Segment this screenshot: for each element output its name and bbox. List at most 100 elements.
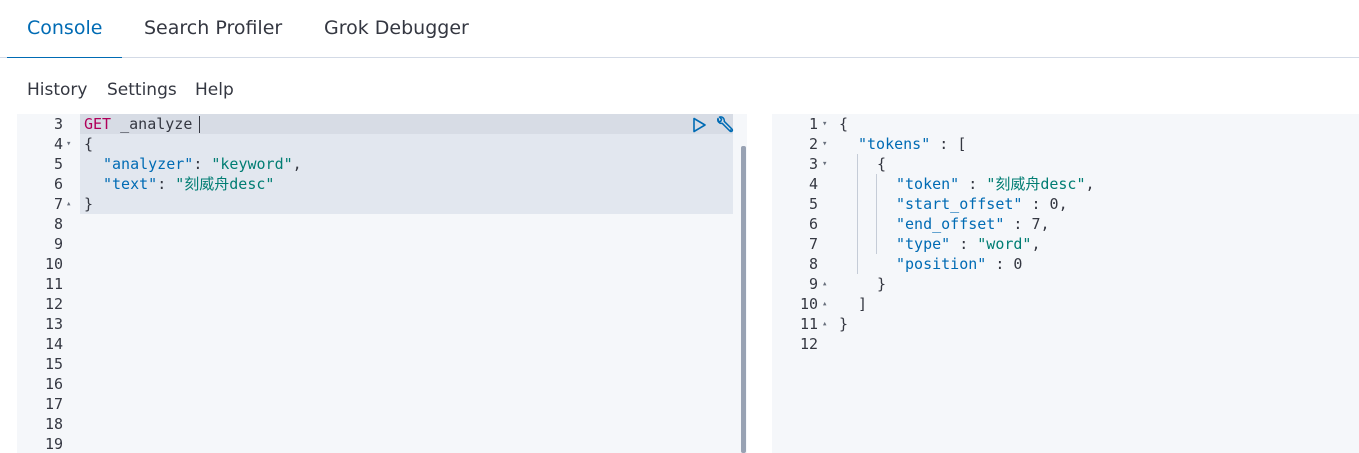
response-line: {: [877, 155, 887, 173]
json-key: "position": [896, 255, 987, 273]
line-number: 1: [808, 115, 818, 133]
fold-close-icon[interactable]: ▴: [822, 314, 827, 334]
json-sep: :: [986, 255, 1014, 273]
json-value: 0: [1013, 255, 1023, 273]
fold-open-icon[interactable]: ▾: [822, 154, 827, 174]
response-viewer[interactable]: 1 2 3 4 5 6 7 8 9 10 11 12 ▾ ▾ ▾ ▴ ▴ ▴ {…: [772, 114, 1359, 453]
json-key: "tokens": [858, 135, 931, 153]
line-number: 7: [808, 235, 818, 253]
line-number: 11: [44, 275, 63, 293]
fold-open-icon[interactable]: ▾: [822, 134, 827, 154]
json-comma: ,: [1040, 215, 1050, 233]
line-number: 5: [808, 195, 818, 213]
play-icon[interactable]: [690, 116, 708, 134]
request-line: "text": "刻威舟desc": [103, 174, 274, 194]
line-number: 10: [799, 295, 818, 313]
json-value: "keyword": [211, 155, 293, 173]
request-line: GET _analyze: [84, 114, 192, 134]
request-line: "analyzer": "keyword",: [103, 154, 302, 174]
menu-help[interactable]: Help: [195, 80, 234, 100]
line-number: 15: [44, 355, 63, 373]
fold-close-icon[interactable]: ▴: [822, 274, 827, 294]
line-number: 10: [44, 255, 63, 273]
fold-close-icon[interactable]: ▴: [66, 194, 71, 214]
pane-divider[interactable]: [747, 114, 772, 453]
json-value: 0: [1049, 195, 1059, 213]
json-sep: :: [950, 235, 978, 253]
json-comma: ,: [292, 155, 302, 173]
json-value: "刻威舟desc": [175, 175, 275, 193]
json-comma: ,: [1085, 175, 1095, 193]
menu-settings[interactable]: Settings: [107, 80, 177, 100]
json-comma: ,: [1031, 235, 1041, 253]
json-sep: :: [959, 175, 987, 193]
line-number: 2: [808, 135, 818, 153]
tab-grok-debugger[interactable]: Grok Debugger: [324, 0, 469, 58]
line-number: 7: [53, 195, 63, 213]
menu-history[interactable]: History: [27, 80, 87, 100]
indent-guide: [857, 154, 858, 274]
line-number: 5: [53, 155, 63, 173]
json-sep: :: [1022, 195, 1050, 213]
line-number: 13: [44, 315, 63, 333]
tab-console[interactable]: Console: [6, 0, 123, 59]
line-number: 18: [44, 415, 63, 433]
request-scrollbar[interactable]: [741, 146, 746, 453]
json-key: "type": [896, 235, 951, 253]
response-line: }: [877, 275, 887, 293]
json-value: "刻威舟desc": [986, 175, 1086, 193]
line-number: 6: [808, 215, 818, 233]
fold-open-icon[interactable]: ▾: [822, 114, 827, 134]
tab-search-profiler[interactable]: Search Profiler: [144, 0, 282, 58]
json-value: "word": [977, 235, 1032, 253]
json-comma: ,: [1058, 195, 1068, 213]
json-key: "end_offset": [896, 215, 1005, 233]
request-editor[interactable]: 3 4 5 6 7 8 9 10 11 12 13 14 15 16 17 18…: [17, 114, 747, 453]
line-number: 8: [53, 215, 63, 233]
line-number: 12: [44, 295, 63, 313]
response-line: "position" : 0: [896, 254, 1022, 274]
response-line: "token" : "刻威舟desc",: [896, 174, 1095, 194]
json-sep: :: [193, 155, 212, 173]
response-line: "end_offset" : 7,: [896, 214, 1050, 234]
response-line: ]: [858, 295, 868, 313]
line-number: 3: [808, 155, 818, 173]
response-line: "tokens" : [: [858, 134, 966, 154]
fold-open-icon[interactable]: ▾: [66, 134, 71, 154]
line-number: 12: [799, 335, 818, 353]
json-value: 7: [1031, 215, 1041, 233]
line-number: 6: [53, 175, 63, 193]
json-key: "text": [103, 175, 158, 193]
indent-guide: [876, 174, 877, 254]
line-number: 9: [53, 235, 63, 253]
json-sep: :: [1004, 215, 1032, 233]
console-menu: History Settings Help: [0, 58, 1359, 114]
response-line: {: [839, 115, 849, 133]
app-tabs: Console Search Profiler Grok Debugger: [0, 0, 1359, 59]
line-number: 16: [44, 375, 63, 393]
line-number: 3: [53, 115, 63, 133]
line-number: 8: [808, 255, 818, 273]
json-key: "analyzer": [103, 155, 194, 173]
line-number: 17: [44, 395, 63, 413]
response-text-area: [834, 114, 1359, 453]
response-line: "type" : "word",: [896, 234, 1041, 254]
http-method: GET: [84, 115, 112, 133]
line-number: 19: [44, 435, 63, 453]
request-path: _analyze: [120, 115, 193, 133]
text-cursor: [199, 116, 200, 133]
line-number: 4: [808, 175, 818, 193]
close-brace: }: [84, 195, 94, 213]
line-number: 11: [799, 315, 818, 333]
json-rest: : [: [930, 135, 967, 153]
response-line: "start_offset" : 0,: [896, 194, 1068, 214]
line-number: 9: [808, 275, 818, 293]
open-brace: {: [84, 135, 94, 153]
json-sep: :: [157, 175, 176, 193]
wrench-icon[interactable]: [713, 115, 735, 137]
line-number: 4: [53, 135, 63, 153]
fold-close-icon[interactable]: ▴: [822, 294, 827, 314]
response-line: }: [839, 315, 849, 333]
json-key: "start_offset": [896, 195, 1023, 213]
json-key: "token": [896, 175, 960, 193]
